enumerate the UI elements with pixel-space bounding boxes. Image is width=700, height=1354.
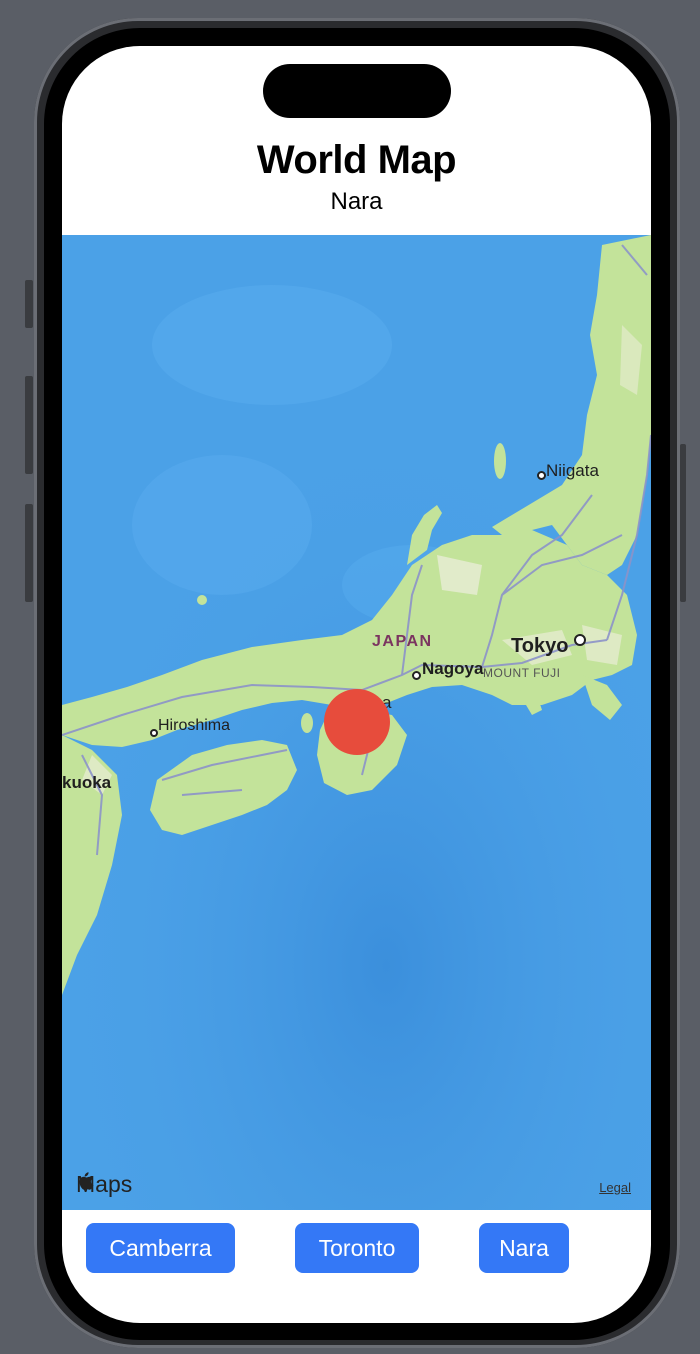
silent-switch <box>25 280 33 328</box>
power-button <box>680 444 686 602</box>
camberra-button[interactable]: Camberra <box>86 1223 235 1273</box>
map-label-fukuoka: kuoka <box>62 773 112 792</box>
page-title: World Map <box>256 138 457 182</box>
map-label-mount-fuji: MOUNT FUJI <box>483 666 561 680</box>
apple-icon <box>79 1172 94 1190</box>
phone-screen: World Map Nara Niigata JAPAN Tokyo Nagoy… <box>62 46 651 1323</box>
selected-city-subtitle: Nara <box>330 188 383 215</box>
map-label-japan: JAPAN <box>372 633 433 650</box>
hiroshima-city-dot <box>150 729 158 737</box>
niigata-city-dot <box>537 471 546 480</box>
map-view[interactable]: Niigata JAPAN Tokyo Nagoya MOUNT FUJI Hi… <box>62 235 651 1210</box>
map-label-tokyo: Tokyo <box>511 635 569 657</box>
nara-button[interactable]: Nara <box>479 1223 569 1273</box>
volume-down-button <box>25 504 33 602</box>
tokyo-city-dot <box>574 634 586 646</box>
nagoya-city-dot <box>412 671 421 680</box>
volume-up-button <box>25 376 33 474</box>
map-label-niigata: Niigata <box>546 461 599 480</box>
apple-maps-logo: Maps <box>76 1171 132 1198</box>
dynamic-island <box>263 64 451 118</box>
nara-location-marker[interactable] <box>324 689 390 755</box>
legal-link[interactable]: Legal <box>599 1180 631 1195</box>
toronto-button[interactable]: Toronto <box>295 1223 419 1273</box>
map-label-nagoya: Nagoya <box>422 659 484 678</box>
map-label-hiroshima: Hiroshima <box>158 717 231 734</box>
